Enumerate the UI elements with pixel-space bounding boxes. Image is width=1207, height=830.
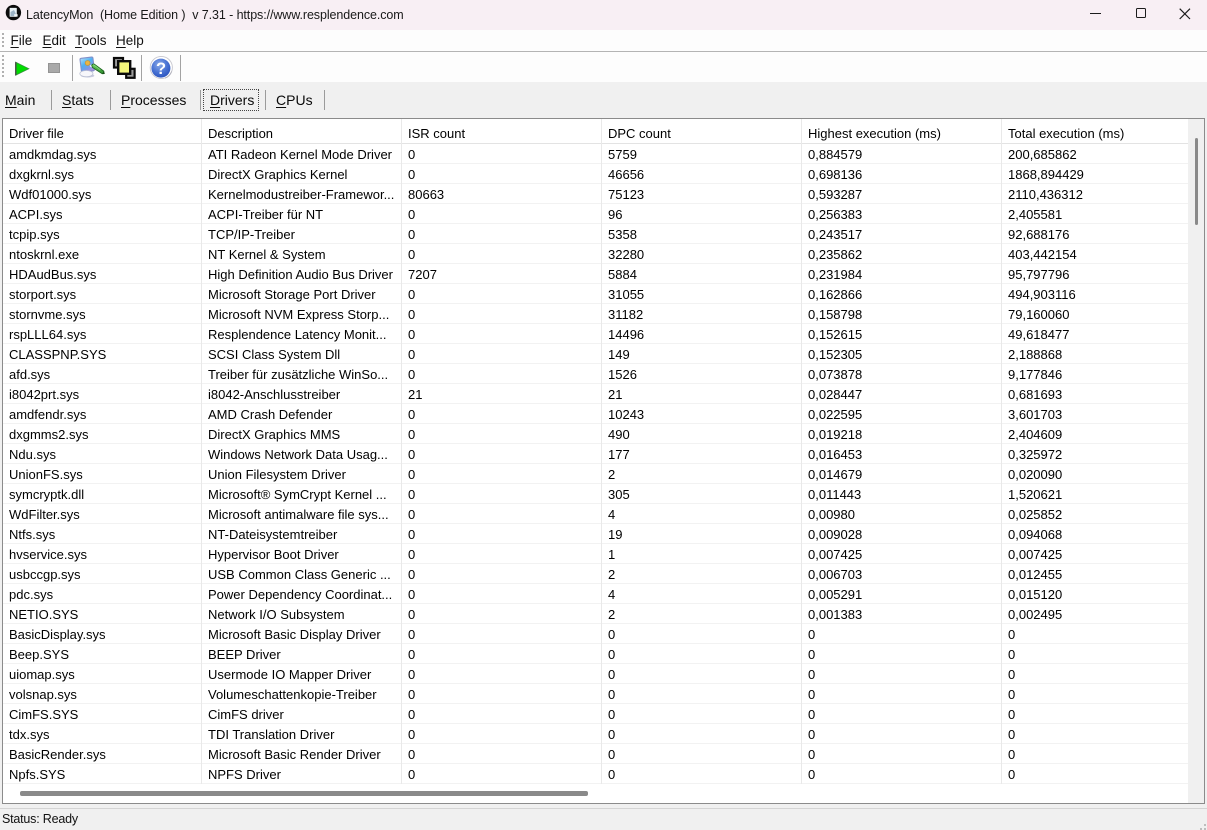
svg-text:?: ? xyxy=(156,60,166,78)
